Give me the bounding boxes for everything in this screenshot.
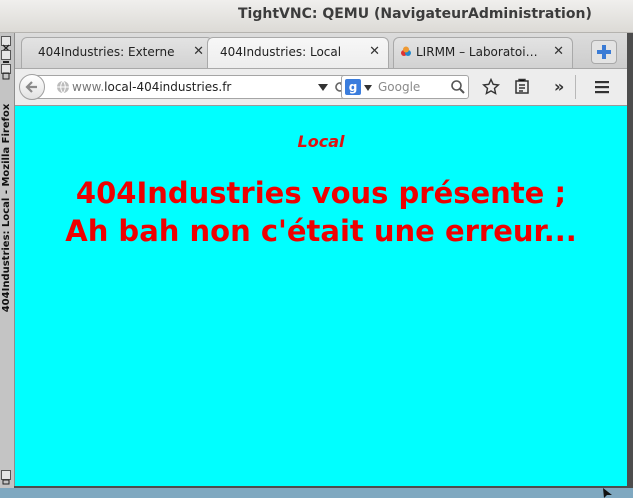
firefox-side-titlebar: 404Industries: Local - Mozilla Firefox — [0, 33, 15, 488]
firefox-window-title: 404Industries: Local - Mozilla Firefox — [1, 103, 12, 313]
plus-icon — [597, 45, 611, 59]
tab-close-icon[interactable]: ✕ — [369, 44, 380, 59]
bookmark-star-icon[interactable] — [482, 78, 500, 96]
page-heading: 404Industries vous présente ; Ah bah non… — [15, 174, 627, 250]
maximize-icon — [2, 72, 10, 80]
mouse-cursor-icon — [603, 488, 612, 498]
url-domain: local-404industries.fr — [104, 80, 232, 94]
globe-icon — [57, 80, 69, 94]
tab-externe[interactable]: 404Industries: Externe ✕ — [21, 37, 213, 68]
tab-label: 404Industries: Externe — [38, 45, 175, 59]
url-dropdown-icon[interactable] — [318, 84, 328, 91]
window-shade-button[interactable] — [1, 470, 11, 485]
vnc-window-title: TightVNC: QEMU (NavigateurAdministration… — [238, 6, 592, 22]
toolbar-separator — [575, 75, 576, 99]
window-minimize-button[interactable] — [1, 50, 11, 63]
bookmarks-menu-icon[interactable] — [513, 78, 531, 96]
window-right-border — [627, 33, 633, 488]
heading-line-1: 404Industries vous présente ; — [75, 176, 567, 210]
url-bar[interactable]: www.local-404industries.fr — [37, 75, 349, 99]
window-maximize-button[interactable] — [1, 64, 11, 80]
tab-lirmm[interactable]: LIRMM – Laboratoi… ✕ — [393, 37, 573, 68]
search-placeholder: Google — [378, 80, 421, 94]
search-bar[interactable]: g Google — [341, 75, 469, 99]
back-button[interactable] — [19, 74, 45, 100]
back-arrow-icon — [25, 81, 37, 93]
hamburger-menu-icon[interactable] — [593, 78, 611, 96]
lirmm-favicon-icon — [401, 46, 411, 56]
engine-dropdown-icon[interactable] — [364, 85, 372, 91]
overflow-chevron-icon[interactable]: » — [554, 77, 564, 96]
desktop-background — [0, 488, 633, 498]
vnc-titlebar: TightVNC: QEMU (NavigateurAdministration… — [0, 0, 633, 33]
new-tab-button[interactable] — [591, 40, 617, 64]
restore-icon — [2, 479, 10, 485]
window-close-button[interactable] — [1, 36, 11, 52]
tab-label: LIRMM – Laboratoi… — [416, 45, 538, 59]
page-subtitle: Local — [297, 132, 345, 151]
tab-label: 404Industries: Local — [220, 45, 342, 59]
heading-line-2: Ah bah non c'était une erreur... — [65, 214, 577, 248]
page-content: Local 404Industries vous présente ; Ah b… — [15, 106, 627, 486]
search-icon[interactable] — [450, 79, 466, 95]
tab-local[interactable]: 404Industries: Local ✕ — [207, 37, 389, 68]
google-engine-icon[interactable]: g — [345, 79, 361, 95]
tab-close-icon[interactable]: ✕ — [193, 44, 204, 59]
tab-bar: 404Industries: Externe ✕ 404Industries: … — [15, 33, 627, 68]
url-text[interactable]: www.local-404industries.fr — [72, 80, 231, 94]
navigation-bar: www.local-404industries.fr g Google » — [15, 68, 627, 106]
tab-close-icon[interactable]: ✕ — [553, 44, 564, 59]
url-prefix: www. — [72, 80, 105, 94]
